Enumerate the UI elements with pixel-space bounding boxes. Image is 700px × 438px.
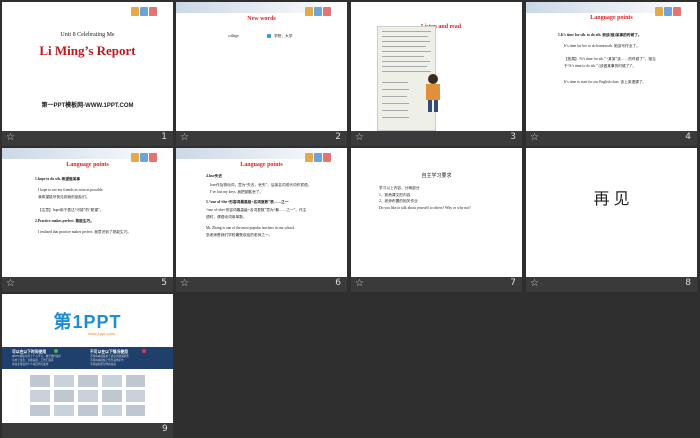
slide-number: 3 <box>510 132 516 142</box>
text-line: 4.lose失去 <box>206 174 223 178</box>
slide-thumbnail-6[interactable]: Language points 4.lose失去 lose作及物动词，意为“失去… <box>176 148 347 292</box>
unit-title: Unit 8 Celebrating Me <box>60 32 115 38</box>
footer-text: 第一PPT模板网-WWW.1PPT.COM <box>41 103 134 109</box>
slide-1: Unit 8 Celebrating Me Li Ming’s Report 第… <box>2 2 173 131</box>
text-line: 学习以上内容，分两部分 <box>379 186 420 190</box>
slide-number: 4 <box>685 132 691 142</box>
left-line: 非商业用途的个人项目均可使用 <box>12 363 49 366</box>
slide-thumbnail-7[interactable]: 自主学习要求 学习以上内容，分两部分 1、熟悉课文的内容 2、老师布置的相关作业… <box>351 148 522 292</box>
slide-number: 7 <box>510 278 516 288</box>
slide-3: Listen and read <box>351 2 522 131</box>
text-line: 2.Practice makes perfect. 熟能生巧。 <box>35 219 94 223</box>
slide-6: Language points 4.lose失去 lose作及物动词，意为“失去… <box>176 148 347 277</box>
slide-8: 再 见 <box>526 148 697 277</box>
bullet-icon <box>267 34 271 38</box>
word-meaning: 学院，大学 <box>274 34 293 38</box>
slide-number: 8 <box>685 278 691 288</box>
slogan: www.1ppt.com/ <box>88 331 116 336</box>
slide-bar: ☆ 6 <box>176 277 347 292</box>
slide-number: 6 <box>335 278 341 288</box>
text-line: 【注意】hope用于表达“可能”的“愿望”。 <box>38 208 104 212</box>
text-line: I realized that practice makes perfect. … <box>38 230 132 234</box>
slide-bar: 9 <box>2 423 173 438</box>
cross-icon <box>142 349 146 353</box>
star-icon[interactable]: ☆ <box>355 132 364 143</box>
slide-thumbnail-8[interactable]: 再 见 ☆ 8 <box>526 148 697 292</box>
text-line: Mr. Zhang is one of the most popular tea… <box>206 226 295 230</box>
text-line: 张老师是我们学校最受欢迎的老师之一。 <box>206 233 273 237</box>
slide-title: Language points <box>590 15 633 21</box>
thumbnail-grid <box>30 375 145 417</box>
star-icon[interactable]: ☆ <box>180 278 189 289</box>
slide-thumbnail-4[interactable]: Language points 1.It’s time for sth. to … <box>526 2 697 146</box>
slide-thumbnail-2[interactable]: New words college 学院，大学 ☆ 2 <box>176 2 347 146</box>
slide-bar: ☆ 1 <box>2 131 173 146</box>
info-band: 可以在以下时间使用 本PPT模板可用于个人学习、教学课件展示 可用于班会、主题演… <box>2 347 173 369</box>
text-line: 语时，谓语动词用单数。 <box>206 215 247 219</box>
star-icon[interactable]: ☆ <box>530 132 539 143</box>
slide-bar: ☆ 4 <box>526 131 697 146</box>
slide-9: 第1PPT www.1ppt.com/ 可以在以下时间使用 本PPT模板可用于个… <box>2 294 173 423</box>
slide-5: Language points 1.hope to do sth. 希望做某事 … <box>2 148 173 277</box>
kids-decoration <box>304 3 344 17</box>
slide-4: Language points 1.It’s time for sth. to … <box>526 2 697 131</box>
text-line: It’s time for her to do homework. 她该写作业了… <box>564 44 640 48</box>
slide-number: 1 <box>161 132 167 142</box>
slide-title: Language points <box>240 162 283 168</box>
slide-title: Li Ming’s Report <box>39 43 136 58</box>
text-line: lose作及物动词，意为“失去，丢失”，后接名词或代词作宾语。 <box>210 183 312 187</box>
slide-title: 自主学习要求 <box>421 174 452 179</box>
text-line: I hope to see my friends as soon as poss… <box>38 188 104 192</box>
star-icon[interactable]: ☆ <box>530 278 539 289</box>
slide-number: 5 <box>161 278 167 288</box>
slide-thumbnail-9[interactable]: 第1PPT www.1ppt.com/ 可以在以下时间使用 本PPT模板可用于个… <box>2 294 173 438</box>
slide-thumbnail-5[interactable]: Language points 1.hope to do sth. 希望做某事 … <box>2 148 173 292</box>
text-line: 5.“one of+the+形容词最高级+名词复数”表……之一 <box>206 200 289 204</box>
text-line: “one of+the+形容词最高级+名词复数”意为“最……之一”，作主 <box>206 208 307 212</box>
text-line: 我希望能尽快见到我的朋友们。 <box>38 195 90 199</box>
star-icon[interactable]: ☆ <box>355 278 364 289</box>
kids-decoration <box>304 149 344 163</box>
kids-decoration <box>130 149 170 163</box>
goodbye-text: 再 见 <box>593 191 630 208</box>
star-icon[interactable]: ☆ <box>180 132 189 143</box>
boy-illustration <box>421 74 445 114</box>
star-icon[interactable]: ☆ <box>6 278 15 289</box>
slide-bar: ☆ 5 <box>2 277 173 292</box>
text-line: 2、老师布置的相关作业 <box>379 199 418 203</box>
text-line: Do you like to talk about yourself to ot… <box>379 206 471 210</box>
slide-2: New words college 学院，大学 <box>176 2 347 131</box>
check-icon <box>54 349 58 353</box>
text-line: 1.It’s time for sth. to do sth. 到该(做)某事的… <box>558 33 642 37</box>
slide-title: Language points <box>66 162 109 168</box>
slide-bar: ☆ 8 <box>526 277 697 292</box>
slide-title: New words <box>247 16 276 22</box>
slide-bar: ☆ 2 <box>176 131 347 146</box>
text-line: 1.hope to do sth. 希望做某事 <box>35 177 81 181</box>
text-line: It’s time to start for our English class… <box>564 80 647 84</box>
text-line: I’ve lost my keys. 我把钥匙丢了。 <box>210 190 264 194</box>
slide-7: 自主学习要求 学习以上内容，分两部分 1、熟悉课文的内容 2、老师布置的相关作业… <box>351 148 522 277</box>
slide-number: 2 <box>335 132 341 142</box>
slide-thumbnail-1[interactable]: Unit 8 Celebrating Me Li Ming’s Report 第… <box>2 2 173 146</box>
slide-bar: ☆ 7 <box>351 277 522 292</box>
slide-thumbnail-3[interactable]: Listen and read ☆ 3 <box>351 2 522 146</box>
text-line: 于“It’s time to do sth.” (该做某事的时候了)”。 <box>564 64 636 68</box>
text-line: 【拓展】“It’s time for sth.” “某某”该……的时候了”，相当 <box>564 57 656 61</box>
kids-decoration <box>130 3 170 17</box>
word: college <box>228 34 239 38</box>
right-line: 不得侵犯原创作者权益 <box>90 363 116 366</box>
slide-bar: ☆ 3 <box>351 131 522 146</box>
star-icon[interactable]: ☆ <box>6 132 15 143</box>
